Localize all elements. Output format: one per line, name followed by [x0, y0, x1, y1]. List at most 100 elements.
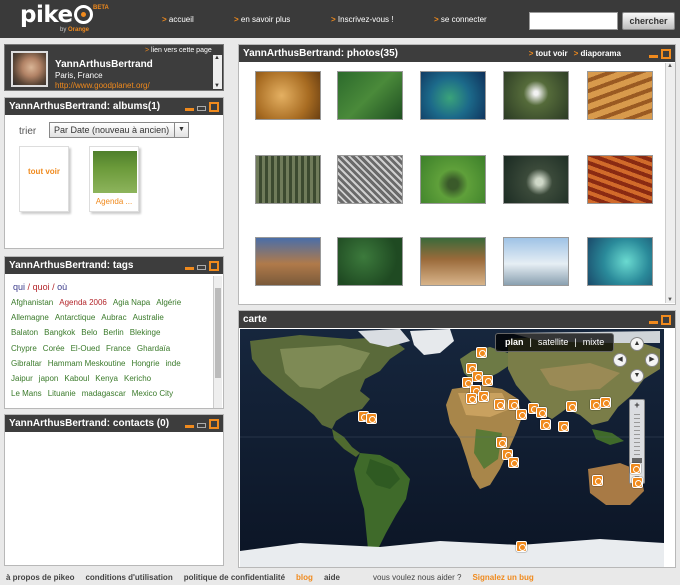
photo-thumbnail[interactable]: [337, 155, 403, 204]
tag-link[interactable]: Aubrac: [101, 313, 126, 322]
search-input[interactable]: [529, 12, 618, 30]
tag-link[interactable]: Bangkok: [44, 328, 75, 337]
map-mode-mixte[interactable]: mixte: [583, 337, 605, 347]
world-map[interactable]: plan|satellite|mixte ▲ ◀ ▶ ▼ + −: [240, 329, 664, 567]
photo-thumbnail[interactable]: [503, 237, 569, 286]
minimize-icon[interactable]: [185, 108, 194, 111]
tag-link[interactable]: Ghardaïa: [137, 344, 170, 353]
map-pin-icon[interactable]: [632, 477, 643, 488]
photos-scrollbar[interactable]: [665, 63, 675, 303]
tag-link[interactable]: Mexico City: [132, 389, 173, 398]
profile-scrollbar[interactable]: [213, 55, 222, 89]
pan-left-icon[interactable]: ◀: [613, 353, 627, 367]
maximize-icon[interactable]: [209, 102, 219, 112]
tag-link[interactable]: Blekinge: [130, 328, 161, 337]
see-all-link[interactable]: tout voir: [529, 49, 568, 58]
pan-up-icon[interactable]: ▲: [630, 337, 644, 351]
sort-select[interactable]: Par Date (nouveau à ancien) ▼: [49, 122, 189, 138]
maximize-icon[interactable]: [661, 49, 671, 59]
photo-thumbnail[interactable]: [420, 71, 486, 120]
tag-link[interactable]: Balaton: [11, 328, 38, 337]
minimize-icon[interactable]: [649, 55, 658, 58]
map-pin-icon[interactable]: [496, 437, 507, 448]
nav-accueil[interactable]: accueil: [162, 15, 194, 24]
filter-quoi[interactable]: quoi: [33, 282, 50, 292]
permalink-link[interactable]: lien vers cette page: [145, 47, 212, 54]
footer-terms-link[interactable]: conditions d'utilisation: [85, 573, 172, 582]
nav-se-connecter[interactable]: se connecter: [434, 15, 487, 24]
photo-thumbnail[interactable]: [503, 71, 569, 120]
photo-thumbnail[interactable]: [337, 237, 403, 286]
tag-link[interactable]: inde: [166, 359, 181, 368]
map-pin-icon[interactable]: [508, 457, 519, 468]
tag-link[interactable]: Kaboul: [64, 374, 89, 383]
tag-link[interactable]: Corée: [43, 344, 65, 353]
footer-help-link[interactable]: aide: [324, 573, 340, 582]
photo-thumbnail[interactable]: [587, 155, 653, 204]
restore-icon[interactable]: [197, 265, 206, 270]
tag-link[interactable]: japon: [39, 374, 59, 383]
map-pin-icon[interactable]: [478, 391, 489, 402]
minimize-icon[interactable]: [185, 425, 194, 428]
photo-thumbnail[interactable]: [255, 155, 321, 204]
map-mode-satellite[interactable]: satellite: [538, 337, 569, 347]
tag-link[interactable]: Kericho: [124, 374, 151, 383]
tag-link[interactable]: madagascar: [82, 389, 126, 398]
photo-thumbnail[interactable]: [255, 71, 321, 120]
tag-link[interactable]: Hongrie: [132, 359, 160, 368]
footer-privacy-link[interactable]: politique de confidentialité: [184, 573, 285, 582]
pan-right-icon[interactable]: ▶: [645, 353, 659, 367]
tag-link[interactable]: Gibraltar: [11, 359, 42, 368]
photo-thumbnail[interactable]: [587, 237, 653, 286]
tag-link[interactable]: Chypre: [11, 344, 37, 353]
profile-website-link[interactable]: http://www.goodplanet.org/: [55, 81, 150, 90]
tag-link[interactable]: Belo: [81, 328, 97, 337]
album-agenda[interactable]: Agenda ...: [89, 146, 139, 212]
tag-link[interactable]: France: [106, 344, 131, 353]
tag-link[interactable]: El-Oued: [71, 344, 100, 353]
tag-link[interactable]: Agenda 2006: [59, 298, 107, 307]
restore-icon[interactable]: [197, 106, 206, 111]
tag-link[interactable]: Berlin: [103, 328, 123, 337]
slideshow-link[interactable]: diaporama: [574, 49, 621, 58]
photo-thumbnail[interactable]: [420, 237, 486, 286]
pikeo-logo[interactable]: pike BETA by Orange: [20, 2, 109, 36]
photo-thumbnail[interactable]: [503, 155, 569, 204]
footer-blog-link[interactable]: blog: [296, 573, 313, 582]
photo-thumbnail[interactable]: [255, 237, 321, 286]
map-pin-icon[interactable]: [482, 375, 493, 386]
map-pin-icon[interactable]: [494, 399, 505, 410]
zoom-in-icon[interactable]: +: [630, 400, 644, 410]
maximize-icon[interactable]: [661, 315, 671, 325]
tag-link[interactable]: Hammam Meskoutine: [48, 359, 126, 368]
filter-ou[interactable]: où: [57, 282, 67, 292]
report-bug-link[interactable]: Signalez un bug: [472, 573, 533, 582]
map-pin-icon[interactable]: [366, 413, 377, 424]
tags-scrollbar[interactable]: [213, 276, 222, 408]
map-pin-icon[interactable]: [540, 419, 551, 430]
pan-down-icon[interactable]: ▼: [630, 369, 644, 383]
filter-qui[interactable]: qui: [13, 282, 25, 292]
tag-link[interactable]: Australie: [133, 313, 164, 322]
tag-link[interactable]: Afghanistan: [11, 298, 53, 307]
photo-thumbnail[interactable]: [587, 71, 653, 120]
album-see-all[interactable]: tout voir: [19, 146, 69, 212]
minimize-icon[interactable]: [185, 267, 194, 270]
map-pin-icon[interactable]: [558, 421, 569, 432]
footer-about-link[interactable]: à propos de pikeo: [6, 573, 74, 582]
scroll-thumb[interactable]: [215, 288, 221, 378]
tag-link[interactable]: Allemagne: [11, 313, 49, 322]
tag-link[interactable]: Le Mans: [11, 389, 42, 398]
map-pin-icon[interactable]: [476, 347, 487, 358]
map-pin-icon[interactable]: [630, 463, 641, 474]
map-mode-plan[interactable]: plan: [505, 337, 524, 347]
restore-icon[interactable]: [197, 423, 206, 428]
maximize-icon[interactable]: [209, 261, 219, 271]
tag-link[interactable]: Lituanie: [48, 389, 76, 398]
map-pin-icon[interactable]: [516, 541, 527, 552]
map-pin-icon[interactable]: [600, 397, 611, 408]
maximize-icon[interactable]: [209, 419, 219, 429]
photo-thumbnail[interactable]: [337, 71, 403, 120]
tag-link[interactable]: Antarctique: [55, 313, 95, 322]
minimize-icon[interactable]: [649, 321, 658, 324]
